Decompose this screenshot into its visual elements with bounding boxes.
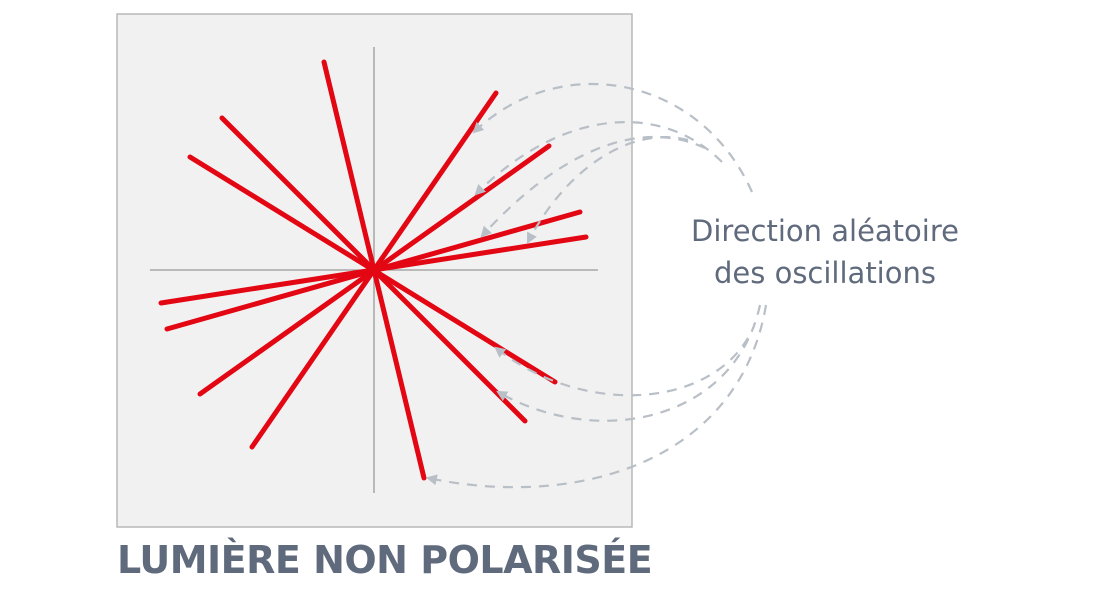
diagram-caption: LUMIÈRE NON POLARISÉE [117,538,653,582]
unpolarized-light-diagram [116,13,768,528]
annotation-line-1: Direction aléatoire [691,214,959,248]
oscillation-annotation: Direction aléatoire des oscillations [660,210,990,294]
annotation-line-2: des oscillations [714,256,936,290]
